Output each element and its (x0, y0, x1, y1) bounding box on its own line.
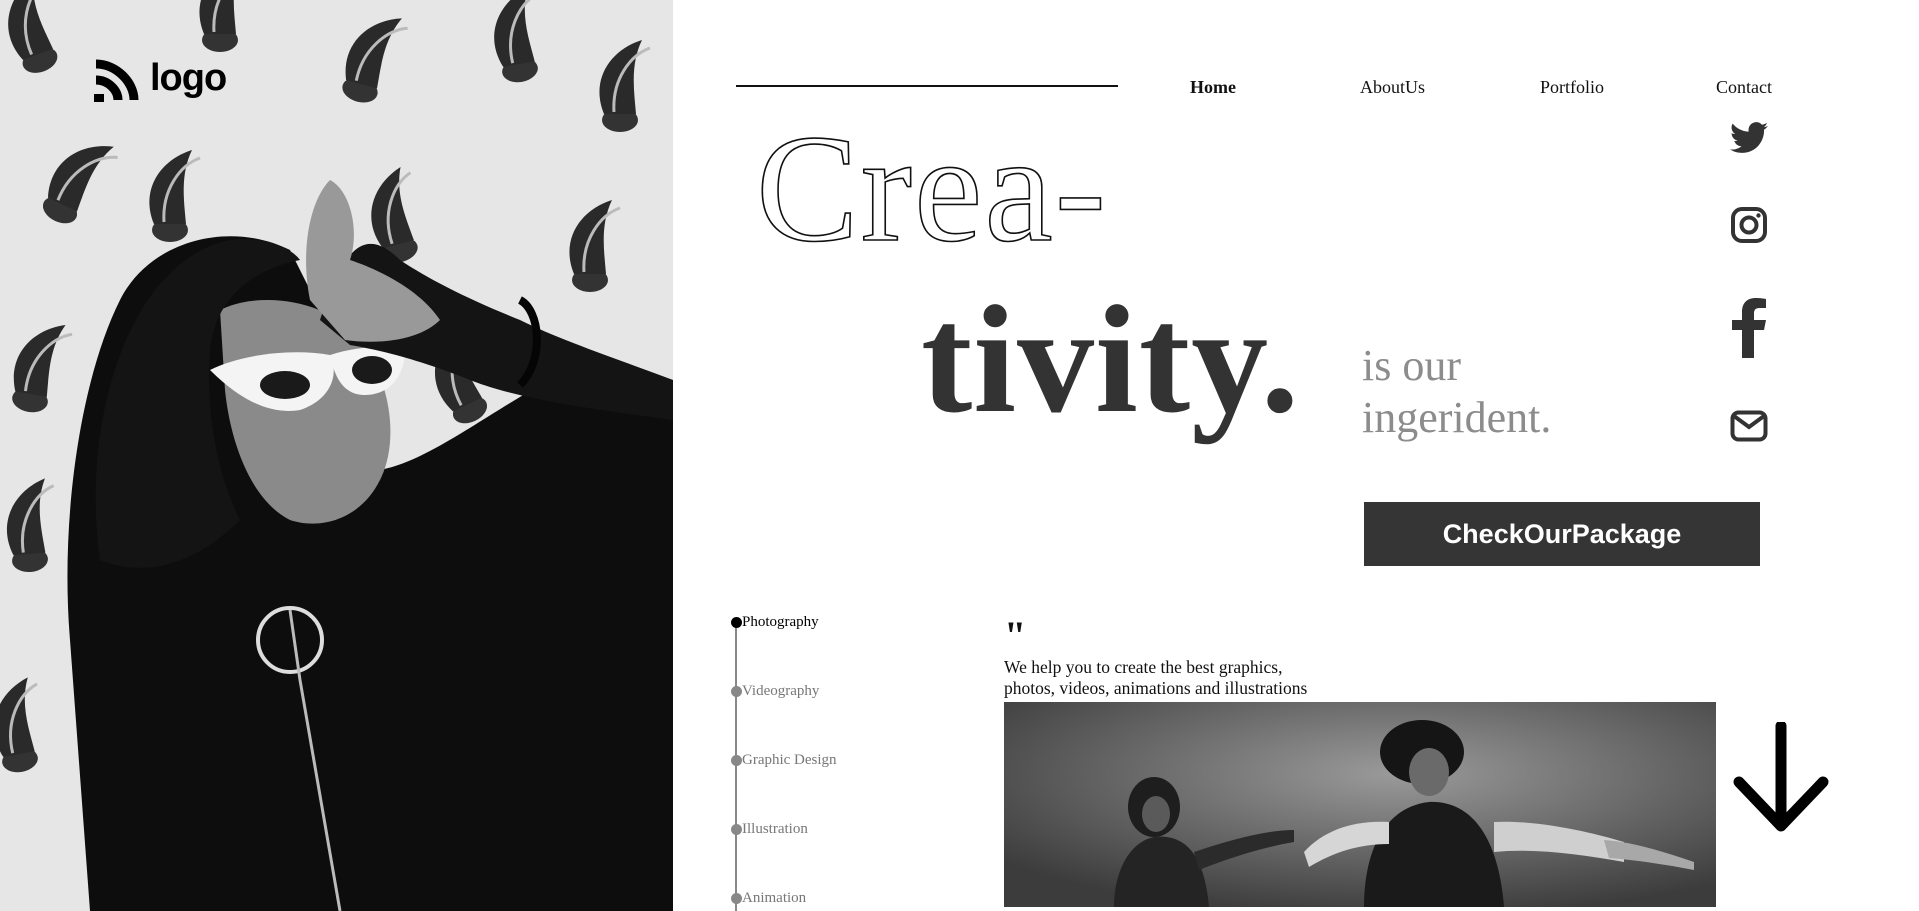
scroll-down-arrow-icon[interactable] (1731, 720, 1831, 839)
dancers-photo (1004, 702, 1716, 907)
timeline-dot (731, 824, 742, 835)
tagline: is our ingerident. (1362, 340, 1551, 444)
nav-item-portfolio[interactable]: Portfolio (1540, 77, 1604, 98)
service-item-videography[interactable]: Videography (731, 683, 819, 700)
facebook-icon[interactable] (1730, 298, 1768, 358)
service-item-photography[interactable]: Photography (731, 614, 819, 631)
timeline-dot (731, 617, 742, 628)
service-label: Illustration (742, 821, 808, 837)
headline-line-2: tivity. (921, 275, 1301, 445)
main-nav: Home AboutUs Portfolio Contact (1160, 77, 1780, 101)
tagline-line-1: is our (1362, 341, 1461, 390)
quote-text: We help you to create the best graphics,… (1004, 657, 1344, 699)
mail-icon[interactable] (1730, 410, 1768, 442)
quote-line-1: We help you to create the best graphics, (1004, 657, 1283, 677)
headline-line-1: Crea- (755, 104, 1108, 274)
hero-photo: logo (0, 0, 673, 911)
logo[interactable]: logo (94, 54, 227, 102)
twitter-icon[interactable] (1730, 122, 1768, 154)
timeline-dot (731, 755, 742, 766)
service-label: Graphic Design (742, 752, 837, 768)
quote-mark: " (1004, 613, 1027, 658)
nav-divider-line (736, 85, 1118, 87)
nav-item-aboutus[interactable]: AboutUs (1360, 77, 1425, 98)
quote-line-2: photos, videos, animations and illustrat… (1004, 678, 1308, 698)
service-item-illustration[interactable]: Illustration (731, 821, 808, 838)
service-label: Photography (742, 614, 819, 630)
timeline-dot (731, 893, 742, 904)
logo-text: logo (150, 57, 227, 99)
service-item-graphic-design[interactable]: Graphic Design (731, 752, 837, 769)
nav-item-contact[interactable]: Contact (1716, 77, 1772, 98)
nav-item-home[interactable]: Home (1190, 77, 1236, 98)
service-label: Videography (742, 683, 820, 699)
check-our-package-button[interactable]: CheckOurPackage (1364, 502, 1760, 566)
instagram-icon[interactable] (1730, 206, 1768, 244)
timeline-dot (731, 686, 742, 697)
service-label: Animation (742, 890, 807, 906)
tagline-line-2: ingerident. (1362, 393, 1552, 442)
logo-icon (94, 59, 139, 102)
service-item-animation[interactable]: Animation (731, 890, 806, 907)
